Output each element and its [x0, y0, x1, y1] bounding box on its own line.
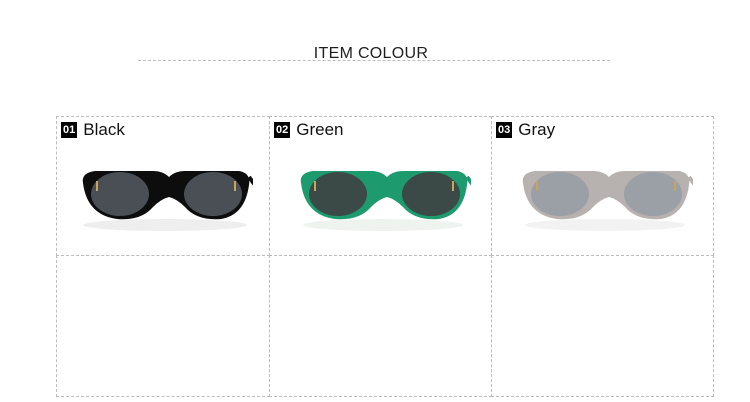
colour-name: Gray — [518, 120, 556, 139]
sunglasses-black-image — [82, 171, 253, 231]
colour-label: 01 Black — [61, 120, 125, 139]
section-header: ITEM COLOUR — [0, 40, 750, 70]
colour-name: Green — [296, 120, 344, 139]
section-title: ITEM COLOUR — [313, 45, 429, 62]
sunglasses-gray-image — [522, 171, 693, 231]
colour-option-green[interactable]: 02 Green — [269, 116, 492, 256]
colour-option-gray[interactable]: 03 Gray — [491, 116, 714, 256]
colour-grid: 01 Black 02 Green 03 Gray — [56, 116, 714, 397]
colour-name: Black — [83, 120, 125, 139]
colour-label: 02 Green — [274, 120, 344, 139]
sunglasses-green-image — [300, 171, 471, 231]
empty-cell — [269, 255, 492, 397]
colour-label: 03 Gray — [496, 120, 556, 139]
empty-cell — [56, 255, 270, 397]
colour-option-black[interactable]: 01 Black — [56, 116, 270, 256]
colour-number-badge: 03 — [496, 122, 513, 138]
empty-cell — [491, 255, 714, 397]
colour-number-badge: 01 — [61, 122, 78, 138]
colour-number-badge: 02 — [274, 122, 291, 138]
